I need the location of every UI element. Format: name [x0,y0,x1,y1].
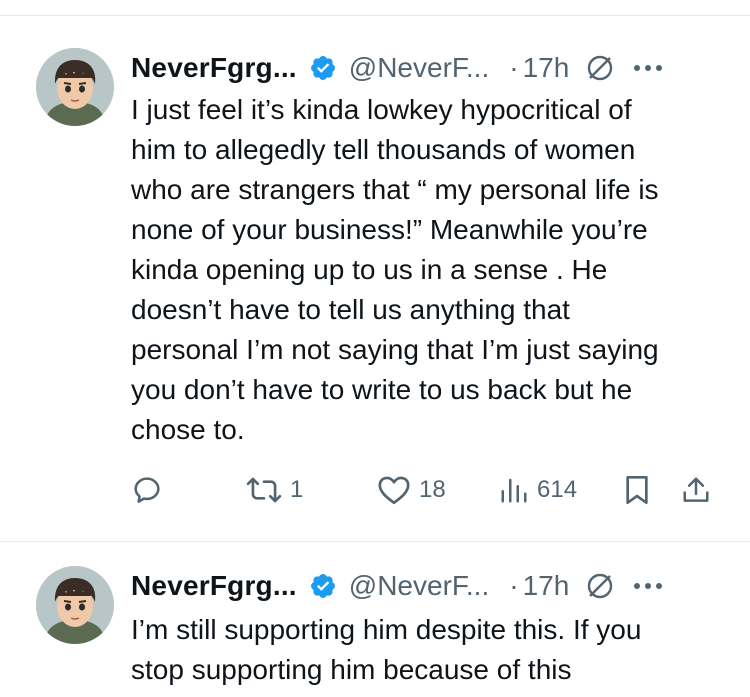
like-count: 18 [419,476,446,503]
timestamp[interactable]: 17h [523,52,570,84]
grok-icon[interactable] [585,53,615,83]
tweet-text: I just feel it’s kinda lowkey hypocritic… [131,90,731,450]
handle[interactable]: @NeverF... [349,570,489,602]
display-name[interactable]: NeverFgrg... [131,570,297,602]
display-name[interactable]: NeverFgrg... [131,52,297,84]
tweet-text-line: chose to. [131,414,245,445]
reply-icon [131,474,163,506]
tweet[interactable]: NeverFgrg... @NeverF... · 17h I’m still … [0,542,750,697]
heart-icon [377,474,411,506]
bookmark-button[interactable] [623,474,651,506]
retweet-count: 1 [290,476,304,503]
verified-badge-icon [309,572,337,600]
tweet-text-line: none of your business!” Meanwhile you’re [131,214,648,245]
share-button[interactable] [681,474,711,506]
tweet-text-line: doesn’t have to tell us anything that [131,294,570,325]
avatar[interactable] [36,566,114,644]
like-button[interactable]: 18 [377,474,446,506]
retweet-button[interactable]: 1 [246,474,303,506]
separator-dot: · [509,52,519,83]
more-icon[interactable] [633,571,663,601]
tweet-text-line: I’m still supporting him despite this. I… [131,614,642,645]
tweet-text-line: kinda opening up to us in a sense . He [131,254,608,285]
views-icon [499,475,529,505]
tweet-text: I’m still supporting him despite this. I… [131,610,731,690]
views-button[interactable]: 614 [499,475,577,505]
tweet-header: NeverFgrg... @NeverF... · 17h [131,48,663,88]
avatar-image [36,48,114,126]
tweet-text-line: you don’t have to write to us back but h… [131,374,633,405]
tweet-text-line: who are strangers that “ my personal lif… [131,174,659,205]
tweet-text-line: stop supporting him because of this [131,654,572,685]
verified-badge-icon [309,54,337,82]
grok-icon[interactable] [585,571,615,601]
avatar[interactable] [36,48,114,126]
share-icon [681,474,711,506]
tweet-header: NeverFgrg... @NeverF... · 17h [131,566,663,606]
tweet-text-line: personal I’m not saying that I’m just sa… [131,334,659,365]
separator-dot: · [509,570,519,601]
views-count: 614 [537,476,578,503]
retweet-icon [246,474,282,506]
tweet-text-line: him to allegedly tell thousands of women [131,134,636,165]
tweet[interactable]: NeverFgrg... @NeverF... · 17h I just fee… [0,0,750,540]
bookmark-icon [623,474,651,506]
more-icon[interactable] [633,53,663,83]
avatar-image [36,566,114,644]
tweet-text-line: I just feel it’s kinda lowkey hypocritic… [131,94,632,125]
timestamp[interactable]: 17h [523,570,570,602]
tweet-actions: 1 18 614 [131,468,721,512]
handle[interactable]: @NeverF... [349,52,489,84]
reply-button[interactable] [131,474,171,506]
